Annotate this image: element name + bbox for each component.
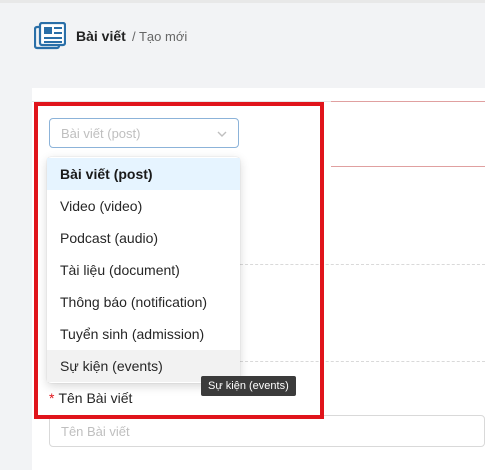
post-type-select[interactable]: Bài viết (post) xyxy=(49,118,239,148)
page-title: Bài viết xyxy=(76,28,126,44)
newspaper-icon xyxy=(34,22,66,50)
option-post[interactable]: Bài viết (post) xyxy=(47,158,240,190)
error-outline-top xyxy=(331,101,485,102)
option-video[interactable]: Video (video) xyxy=(47,190,240,222)
post-name-field[interactable] xyxy=(49,415,485,447)
error-outline-bottom xyxy=(331,166,485,167)
post-name-input[interactable] xyxy=(50,416,484,446)
page-header: Bài viết / Tạo mới xyxy=(0,0,485,76)
chevron-down-icon xyxy=(217,131,227,137)
post-type-dropdown: Bài viết (post) Video (video) Podcast (a… xyxy=(47,157,240,383)
breadcrumb[interactable]: / Tạo mới xyxy=(132,29,187,44)
option-document[interactable]: Tài liệu (document) xyxy=(47,254,240,286)
option-tooltip: Sự kiện (events) xyxy=(201,376,296,396)
dashed-divider xyxy=(240,361,485,362)
dashed-divider xyxy=(240,264,485,265)
post-name-label-text: Tên Bài viết xyxy=(58,390,133,406)
option-audio[interactable]: Podcast (audio) xyxy=(47,222,240,254)
post-name-label: * Tên Bài viết xyxy=(49,390,132,406)
top-divider xyxy=(0,0,485,3)
option-notification[interactable]: Thông báo (notification) xyxy=(47,286,240,318)
page: Bài viết / Tạo mới Bài viết (post) Bài v… xyxy=(0,0,485,470)
select-placeholder: Bài viết (post) xyxy=(61,126,141,141)
required-mark: * xyxy=(49,390,55,406)
option-admission[interactable]: Tuyển sinh (admission) xyxy=(47,318,240,350)
